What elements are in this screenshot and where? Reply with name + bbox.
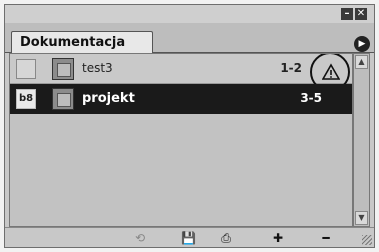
document-list: test3 1-2 b8 projekt 3-5	[9, 53, 353, 227]
book-panel: – ✕ Dokumentacja ▶ test3 1-2 b8 projekt …	[4, 4, 375, 248]
document-icon	[52, 58, 74, 80]
document-name: test3	[82, 61, 113, 75]
resize-grip[interactable]	[362, 235, 372, 245]
document-row-test3[interactable]: test3 1-2	[10, 54, 352, 92]
minimize-button[interactable]: –	[341, 8, 353, 20]
add-icon[interactable]: ✚	[271, 231, 285, 245]
page-range: 1-2	[280, 61, 302, 75]
document-icon	[52, 88, 74, 110]
scroll-up-button[interactable]: ▲	[355, 55, 368, 69]
vertical-scrollbar[interactable]: ▲ ▼	[353, 53, 370, 227]
print-icon[interactable]: ⎙	[219, 231, 233, 245]
close-icon: ✕	[356, 8, 366, 19]
remove-icon[interactable]: ━	[319, 231, 333, 245]
close-button[interactable]: ✕	[355, 8, 367, 20]
warning-triangle-icon	[322, 63, 340, 80]
panel-footer: ⟲ 💾 ⎙ ✚ ━	[5, 227, 374, 247]
save-icon[interactable]: 💾	[181, 231, 196, 245]
menu-arrow-icon: ▶	[358, 39, 366, 49]
sync-icon[interactable]: ⟲	[133, 231, 147, 245]
panel-menu-button[interactable]: ▶	[354, 36, 370, 52]
panel-titlebar: – ✕	[5, 5, 374, 23]
page-range: 3-5	[300, 91, 322, 105]
tab-dokumentacja[interactable]: Dokumentacja	[11, 31, 153, 53]
sync-source-label: b8	[18, 93, 34, 104]
sync-source-icon[interactable]: b8	[16, 89, 36, 109]
scroll-down-button[interactable]: ▼	[355, 211, 368, 225]
minimize-icon: –	[344, 8, 350, 19]
document-name: projekt	[82, 91, 135, 106]
link-status-box[interactable]	[16, 59, 36, 79]
tab-label: Dokumentacja	[20, 35, 126, 50]
document-row-projekt[interactable]: b8 projekt 3-5	[10, 84, 352, 114]
tab-strip: Dokumentacja ▶	[5, 23, 374, 53]
